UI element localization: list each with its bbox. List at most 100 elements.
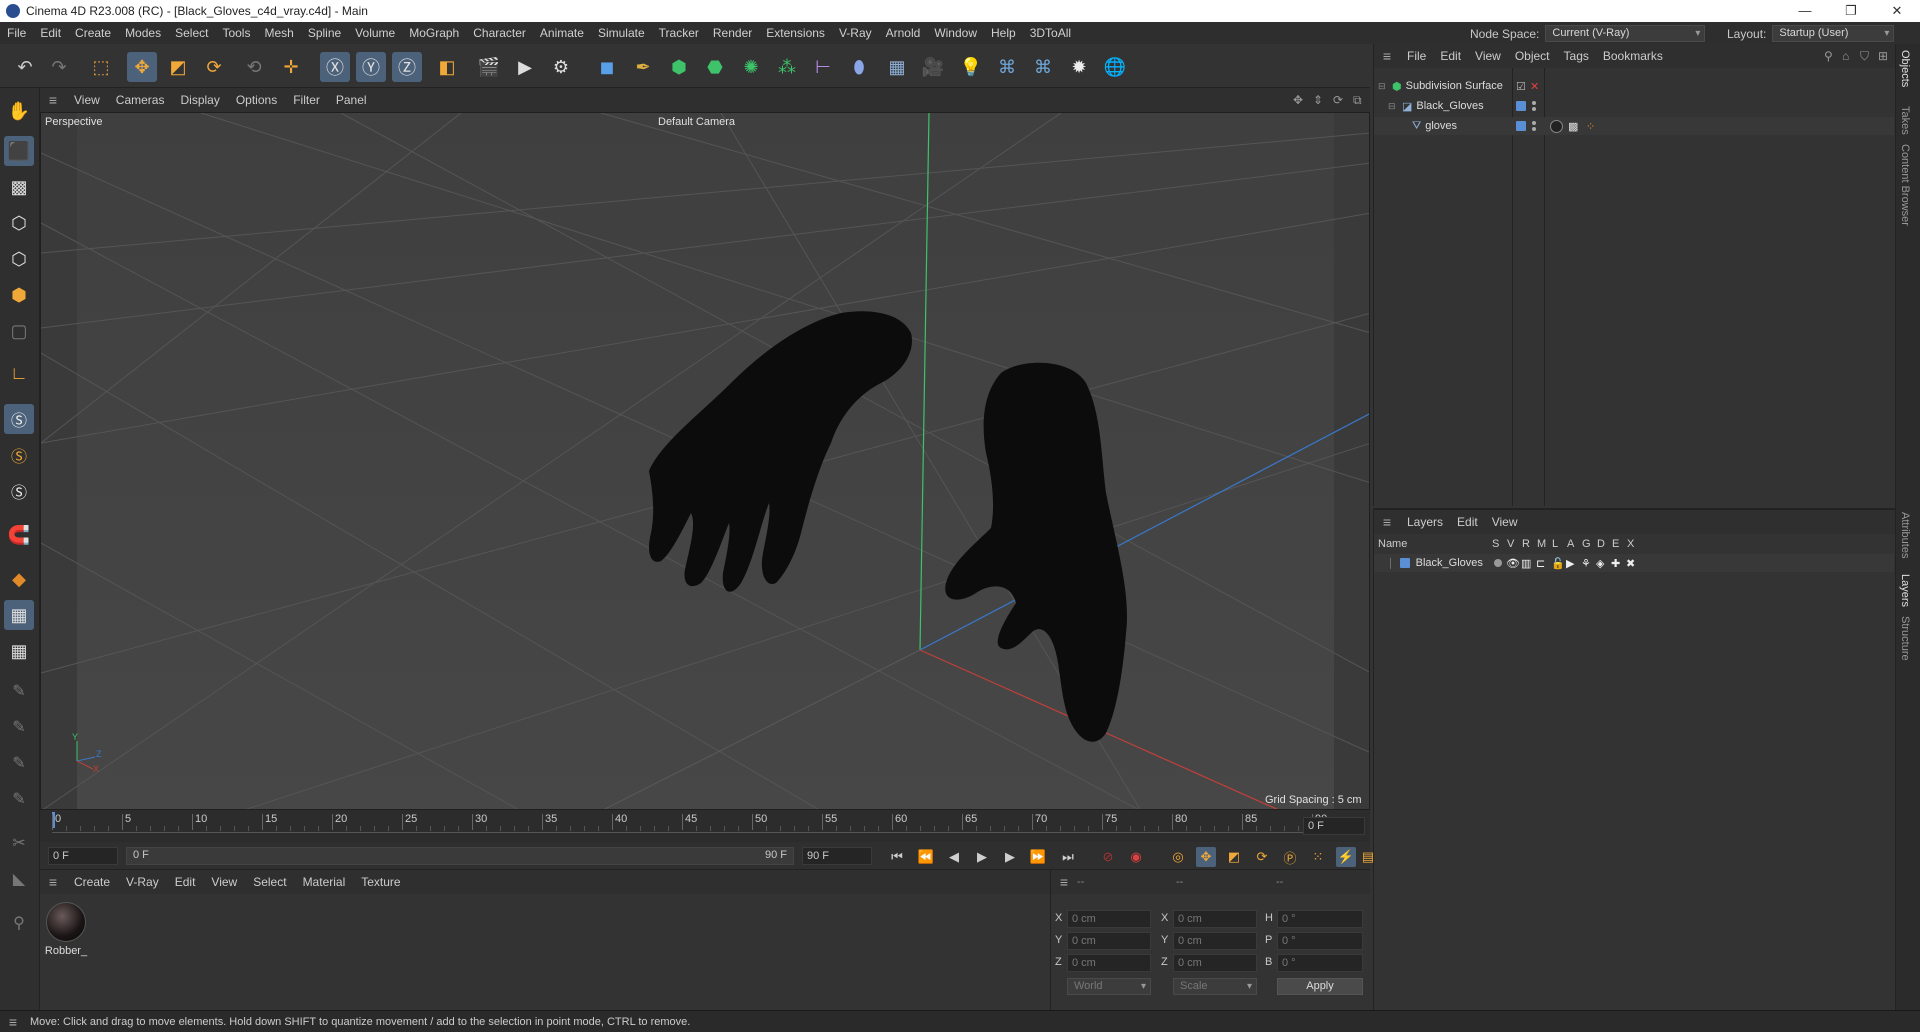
recent-tool-icon[interactable]: ⟲: [239, 52, 269, 82]
render-view-icon[interactable]: 🎬: [474, 52, 504, 82]
next-frame-icon[interactable]: ▶: [1000, 847, 1020, 867]
menu-3dtoall[interactable]: 3DToAll: [1023, 26, 1078, 40]
tab-content-browser[interactable]: Content Browser: [1899, 144, 1911, 226]
python-script-icon[interactable]: ⌘: [992, 52, 1022, 82]
tab-structure[interactable]: Structure: [1899, 616, 1911, 661]
layer-color-swatch[interactable]: [1516, 101, 1526, 111]
layer-deformers-icon[interactable]: ◈: [1596, 557, 1604, 570]
expand-icon[interactable]: ⊟: [1378, 81, 1388, 92]
locked-workplane-icon[interactable]: ▦: [4, 636, 34, 666]
coord-size-y-field[interactable]: 0 cm: [1173, 932, 1257, 950]
viewport-dolly-icon[interactable]: ⇕: [1313, 93, 1323, 107]
key-parameter-icon[interactable]: Ⓟ: [1280, 847, 1300, 867]
viewport-camera-label[interactable]: Default Camera: [658, 116, 735, 128]
layer-color-swatch[interactable]: [1516, 121, 1526, 131]
rotate-tool-icon[interactable]: ⟳: [199, 52, 229, 82]
coord-size-z-field[interactable]: 0 cm: [1173, 954, 1257, 972]
layer-generators-icon[interactable]: ⚘: [1581, 557, 1591, 570]
coord-size-x-field[interactable]: 0 cm: [1173, 910, 1257, 928]
material-menu-select[interactable]: Select: [245, 875, 294, 889]
uvw-tag-icon[interactable]: ▩: [1568, 120, 1578, 133]
key-pla-icon[interactable]: ⁙: [1308, 847, 1328, 867]
sculpt-brush-icon[interactable]: ✎: [4, 676, 34, 706]
close-button[interactable]: ✕: [1874, 0, 1920, 22]
coordinates-hamburger-icon[interactable]: ≡: [1051, 874, 1077, 890]
tab-layers[interactable]: Layers: [1899, 574, 1911, 607]
key-scale-icon[interactable]: ◩: [1224, 847, 1244, 867]
key-rotation-icon[interactable]: ⟳: [1252, 847, 1272, 867]
timeline-ruler[interactable]: 051015202530354045505560657075808590 0 F: [40, 810, 1370, 842]
menu-tools[interactable]: Tools: [215, 26, 257, 40]
coord-rot-h-field[interactable]: 0 °: [1277, 910, 1363, 928]
light-icon[interactable]: 💡: [956, 52, 986, 82]
vray-settings-icon[interactable]: ✹: [1064, 52, 1094, 82]
menu-window[interactable]: Window: [927, 26, 984, 40]
paint-s-icon[interactable]: ✎: [4, 784, 34, 814]
floor-icon[interactable]: ▦: [882, 52, 912, 82]
live-selection-icon[interactable]: ⬚: [86, 52, 116, 82]
snap-settings-icon[interactable]: Ⓢ: [4, 440, 34, 470]
key-selection-icon[interactable]: ◎: [1168, 847, 1188, 867]
goto-end-icon[interactable]: ⏭: [1058, 847, 1078, 867]
mograph-cloner-icon[interactable]: ✺: [736, 52, 766, 82]
deformer-bend-icon[interactable]: ⊢: [808, 52, 838, 82]
edges-mode-icon[interactable]: ⬡: [4, 244, 34, 274]
node-space-dropdown[interactable]: Current (V-Ray): [1545, 25, 1706, 42]
menu-help[interactable]: Help: [984, 26, 1023, 40]
texture-mode-icon[interactable]: ▩: [4, 172, 34, 202]
material-menu-material[interactable]: Material: [295, 875, 354, 889]
viewport-hamburger-icon[interactable]: ≡: [40, 92, 66, 108]
menu-tracker[interactable]: Tracker: [652, 26, 706, 40]
material-menu-create[interactable]: Create: [66, 875, 118, 889]
current-frame-field[interactable]: 0 F: [1303, 817, 1365, 835]
subdivision-surface-icon[interactable]: ⬢: [664, 52, 694, 82]
menu-simulate[interactable]: Simulate: [591, 26, 652, 40]
minimize-button[interactable]: —: [1782, 0, 1828, 22]
menu-arnold[interactable]: Arnold: [879, 26, 928, 40]
y-axis-lock-icon[interactable]: Ⓨ: [356, 52, 386, 82]
coord-rot-p-field[interactable]: 0 °: [1277, 932, 1363, 950]
layer-col-render[interactable]: R: [1522, 538, 1530, 550]
motion-system-icon[interactable]: ⚡: [1336, 847, 1356, 867]
bevel-tool-icon[interactable]: ◣: [4, 864, 34, 894]
viewport-menu-cameras[interactable]: Cameras: [108, 93, 173, 107]
object-menu-file[interactable]: File: [1400, 49, 1433, 63]
mograph-fracture-icon[interactable]: ⁂: [772, 52, 802, 82]
model-mode-icon[interactable]: ⬛: [4, 136, 34, 166]
layer-row-black-gloves[interactable]: │ Black_Gloves 👁 ▥ ⊏ 🔓 ▶ ⚘ ◈ ✚ ✖: [1374, 554, 1894, 572]
tab-attributes[interactable]: Attributes: [1899, 512, 1911, 558]
viewport-rotate-icon[interactable]: ⟳: [1333, 93, 1343, 107]
menu-modes[interactable]: Modes: [118, 26, 168, 40]
phong-tag-icon[interactable]: ⁘: [1586, 120, 1595, 133]
menu-render[interactable]: Render: [706, 26, 759, 40]
layer-render-icon[interactable]: ▥: [1521, 557, 1531, 570]
coord-rot-b-field[interactable]: 0 °: [1277, 954, 1363, 972]
layout-dropdown[interactable]: Startup (User): [1772, 25, 1895, 42]
x-axis-lock-icon[interactable]: Ⓧ: [320, 52, 350, 82]
layer-col-visible[interactable]: V: [1507, 538, 1514, 550]
z-axis-lock-icon[interactable]: Ⓩ: [392, 52, 422, 82]
object-row-subdivision[interactable]: ⊟ ⬢ Subdivision Surface ☑ ✕: [1374, 77, 1894, 95]
key-position-icon[interactable]: ✥: [1196, 847, 1216, 867]
object-menu-object[interactable]: Object: [1508, 49, 1557, 63]
viewport-menu-options[interactable]: Options: [228, 93, 285, 107]
solo-mode-icon[interactable]: 🧲: [4, 520, 34, 550]
editable-toggle-icon[interactable]: ☑: [1516, 80, 1526, 93]
object-row-gloves[interactable]: ⛛ gloves ▩ ⁘: [1374, 117, 1894, 135]
object-menu-view[interactable]: View: [1468, 49, 1508, 63]
material-item[interactable]: Robber_: [44, 902, 88, 957]
viewport-menu-panel[interactable]: Panel: [328, 93, 375, 107]
layer-solo-icon[interactable]: [1494, 559, 1502, 567]
layer-menu-view[interactable]: View: [1485, 515, 1525, 529]
layer-manager-icon[interactable]: ⊏: [1536, 557, 1545, 570]
object-menu-bookmarks[interactable]: Bookmarks: [1596, 49, 1670, 63]
menu-file[interactable]: File: [0, 26, 33, 40]
disabled-x-icon[interactable]: ✕: [1530, 80, 1539, 93]
menu-vray[interactable]: V-Ray: [832, 26, 879, 40]
scale-tool-icon[interactable]: ◩: [163, 52, 193, 82]
layer-col-solo[interactable]: S: [1492, 538, 1499, 550]
maximize-button[interactable]: ❐: [1828, 0, 1874, 22]
prev-frame-icon[interactable]: ◀: [944, 847, 964, 867]
python-generator-icon[interactable]: ⌘: [1028, 52, 1058, 82]
render-picture-viewer-icon[interactable]: ▶: [510, 52, 540, 82]
